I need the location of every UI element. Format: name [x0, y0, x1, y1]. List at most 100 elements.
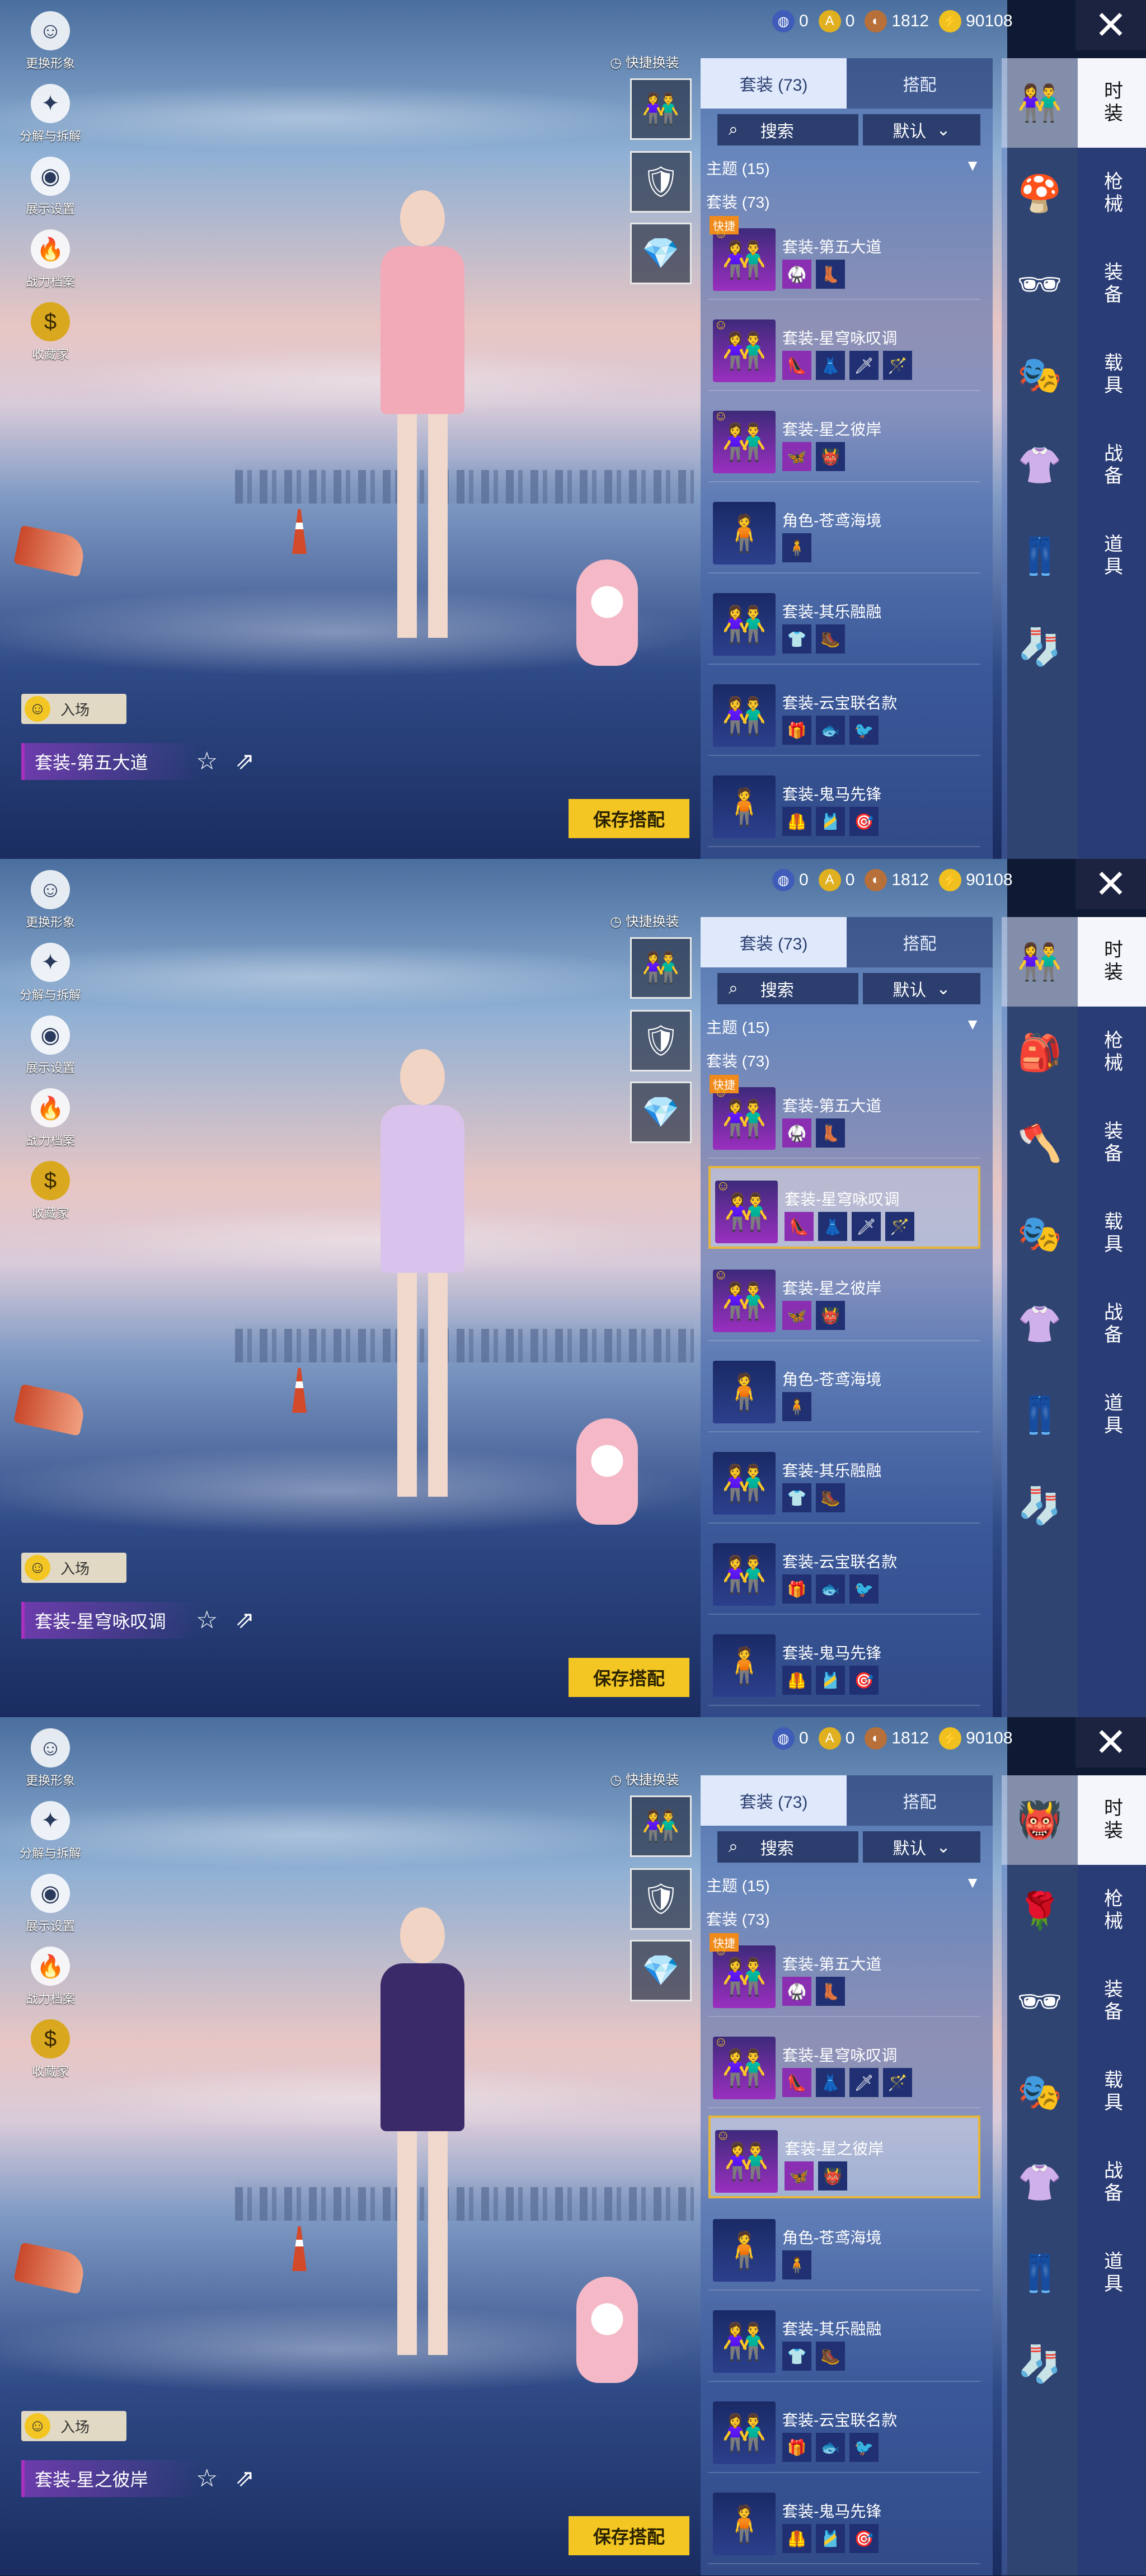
share-icon[interactable]: ⇗ [235, 747, 255, 774]
tab-match[interactable]: 搭配 [847, 58, 993, 109]
list-item[interactable]: 🧍 角色-苍鸢海境 🧍 [708, 1348, 980, 1432]
left-menu-item[interactable]: ☺ 更换形象 [11, 1728, 90, 1789]
quick-slot-outfit[interactable]: 👫 [630, 1795, 692, 1857]
pet-owl[interactable] [576, 1418, 638, 1525]
category-slot[interactable]: 👹 [1002, 1775, 1078, 1865]
list-item[interactable]: 👫 ☺ 套装-星之彼岸 🦋 👹 [708, 2116, 980, 2198]
list-item[interactable]: 🧍 套装-鬼马先锋 🦺 🎽 🎯 [708, 1622, 980, 1706]
share-icon[interactable]: ⇗ [235, 2464, 255, 2492]
tab-suits[interactable]: 套装 (73) [701, 917, 847, 967]
list-item[interactable]: 🧍 套装-鬼马先锋 🦺 🎽 🎯 [708, 763, 980, 847]
category-slot[interactable]: 🎒 [1002, 1008, 1078, 1097]
left-menu-item[interactable]: ◉ 展示设置 [11, 1016, 90, 1076]
theme-filter[interactable]: 主题 (15) ▼ [706, 1016, 980, 1038]
sort-select[interactable]: 默认 ⌄ [863, 1831, 980, 1863]
left-menu-item[interactable]: ✦ 分解与拆解 [11, 84, 90, 144]
side-tab[interactable]: 战备 [1078, 2138, 1146, 2227]
category-slot[interactable]: 🍄 [1002, 149, 1078, 238]
tab-suits[interactable]: 套装 (73) [701, 58, 847, 109]
left-menu-item[interactable]: 🔥 战力档案 [11, 1088, 90, 1149]
category-slot[interactable]: 👫 [1002, 58, 1078, 148]
list-item[interactable]: 👫 快捷 ☺ 套装-第五大道 🥋 👢 [708, 216, 980, 300]
left-menu-item[interactable]: $ 收藏家 [11, 302, 90, 363]
character-model[interactable] [358, 1907, 481, 2366]
list-item[interactable]: 🧍 角色-苍鸢海境 🧍 [708, 490, 980, 574]
close-button[interactable]: ✕ [1075, 0, 1146, 50]
left-menu-item[interactable]: $ 收藏家 [11, 1161, 90, 1221]
quick-slot-diamond[interactable]: 💎 [630, 1082, 692, 1143]
left-menu-item[interactable]: 🔥 战力档案 [11, 229, 90, 290]
save-outfit-button[interactable]: 保存搭配 [569, 799, 689, 838]
left-menu-item[interactable]: ◉ 展示设置 [11, 1874, 90, 1934]
sort-select[interactable]: 默认 ⌄ [863, 973, 980, 1004]
close-button[interactable]: ✕ [1075, 1717, 1146, 1768]
entry-button[interactable]: ☺ 入场 [21, 694, 126, 724]
left-menu-item[interactable]: 🔥 战力档案 [11, 1947, 90, 2007]
list-item[interactable]: 👫 ☺ 套装-星穹咏叹调 👠 👗 🗡 🪄 [708, 307, 980, 391]
pet-owl[interactable] [576, 560, 638, 666]
list-item[interactable]: 👫 套装-其乐融融 👕 🥾 [708, 2298, 980, 2382]
category-slot[interactable]: 👚 [1002, 1280, 1078, 1369]
left-menu-item[interactable]: $ 收藏家 [11, 2019, 90, 2080]
search-input[interactable]: ⌕ 搜索 [717, 973, 858, 1004]
left-menu-item[interactable]: ☺ 更换形象 [11, 11, 90, 72]
tab-match[interactable]: 搭配 [847, 917, 993, 967]
category-slot[interactable]: 🧦 [1002, 2319, 1078, 2409]
character-model[interactable] [358, 190, 481, 649]
theme-filter[interactable]: 主题 (15) ▼ [706, 1874, 980, 1896]
list-item[interactable]: 🧍 套装-鬼马先锋 🦺 🎽 🎯 [708, 2480, 980, 2564]
side-tab[interactable]: 时装 [1078, 58, 1146, 148]
category-slot[interactable]: 🧦 [1002, 602, 1078, 692]
category-slot[interactable]: 🎭 [1002, 1189, 1078, 1278]
close-button[interactable]: ✕ [1075, 859, 1146, 909]
save-outfit-button[interactable]: 保存搭配 [569, 1658, 689, 1697]
side-tab[interactable]: 枪械 [1078, 1008, 1146, 1097]
save-outfit-button[interactable]: 保存搭配 [569, 2516, 689, 2555]
tab-match[interactable]: 搭配 [847, 1775, 993, 1826]
quick-slot-locked[interactable]: 🛡 [630, 1010, 692, 1071]
quick-slot-locked[interactable]: 🛡 [630, 1868, 692, 1930]
side-tab[interactable]: 载具 [1078, 330, 1146, 420]
list-item[interactable]: 👫 套装-其乐融融 👕 🥾 [708, 581, 980, 665]
quick-slot-diamond[interactable]: 💎 [630, 1940, 692, 2001]
list-item[interactable]: 👫 套装-云宝联名款 🎁 🐟 🐦 [708, 2389, 980, 2473]
sort-select[interactable]: 默认 ⌄ [863, 114, 980, 145]
quick-slot-outfit[interactable]: 👫 [630, 78, 692, 140]
category-slot[interactable]: 👖 [1002, 2229, 1078, 2318]
list-item[interactable]: 👫 套装-云宝联名款 🎁 🐟 🐦 [708, 1531, 980, 1615]
side-tab[interactable]: 载具 [1078, 2047, 1146, 2137]
category-slot[interactable]: 👚 [1002, 421, 1078, 510]
search-input[interactable]: ⌕ 搜索 [717, 114, 858, 145]
category-slot[interactable]: 👖 [1002, 511, 1078, 601]
category-slot[interactable]: 🧦 [1002, 1461, 1078, 1550]
side-tab[interactable]: 战备 [1078, 1280, 1146, 1369]
list-item[interactable]: 👫 快捷 ☺ 套装-第五大道 🥋 👢 [708, 1933, 980, 2017]
favorite-star-icon[interactable]: ☆ [196, 2464, 218, 2493]
tab-suits[interactable]: 套装 (73) [701, 1775, 847, 1826]
category-slot[interactable]: 👖 [1002, 1370, 1078, 1460]
left-menu-item[interactable]: ☺ 更换形象 [11, 870, 90, 930]
category-slot[interactable]: 🌹 [1002, 1866, 1078, 1955]
left-menu-item[interactable]: ✦ 分解与拆解 [11, 943, 90, 1003]
category-slot[interactable]: 👚 [1002, 2138, 1078, 2227]
list-item[interactable]: 👫 快捷 ☺ 套装-第五大道 🥋 👢 [708, 1075, 980, 1159]
quick-slot-locked[interactable]: 🛡 [630, 151, 692, 213]
side-tab[interactable]: 枪械 [1078, 1866, 1146, 1955]
list-item[interactable]: 👫 ☺ 套装-星之彼岸 🦋 👹 [708, 398, 980, 482]
quick-slot-diamond[interactable]: 💎 [630, 223, 692, 284]
category-slot[interactable]: 🕶 [1002, 1957, 1078, 2046]
share-icon[interactable]: ⇗ [235, 1606, 255, 1633]
quick-swap-label[interactable]: ◷ 快捷换装 [610, 1769, 679, 1788]
quick-swap-label[interactable]: ◷ 快捷换装 [610, 51, 679, 71]
side-tab[interactable]: 载具 [1078, 1189, 1146, 1278]
list-item[interactable]: 👫 套装-其乐融融 👕 🥾 [708, 1440, 980, 1524]
side-tab[interactable]: 战备 [1078, 421, 1146, 510]
category-slot[interactable]: 🎭 [1002, 330, 1078, 420]
side-tab[interactable]: 装备 [1078, 1957, 1146, 2046]
list-item[interactable]: 👫 ☺ 套装-星穹咏叹调 👠 👗 🗡 🪄 [708, 1166, 980, 1249]
entry-button[interactable]: ☺ 入场 [21, 1553, 126, 1583]
list-item[interactable]: 👫 ☺ 套装-星穹咏叹调 👠 👗 🗡 🪄 [708, 2024, 980, 2108]
left-menu-item[interactable]: ◉ 展示设置 [11, 157, 90, 217]
list-item[interactable]: 👫 ☺ 套装-星之彼岸 🦋 👹 [708, 1257, 980, 1341]
favorite-star-icon[interactable]: ☆ [196, 1606, 218, 1634]
